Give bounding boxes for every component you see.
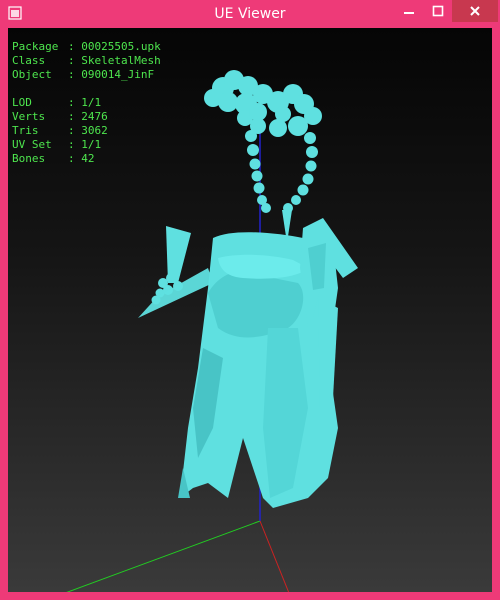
maximize-icon	[432, 5, 444, 17]
app-window: UE Viewer Package: 00025505.upk Class:…	[0, 0, 500, 600]
info-row-bones: Bones: 42	[12, 152, 161, 166]
info-value: 00025505.upk	[81, 40, 161, 53]
info-separator: :	[68, 54, 75, 67]
info-separator: :	[68, 96, 75, 109]
mesh-hair	[204, 70, 322, 243]
info-separator: :	[68, 110, 75, 123]
info-value: 1/1	[81, 96, 102, 109]
minimize-icon	[404, 12, 414, 14]
info-separator: :	[68, 124, 75, 137]
info-label: LOD	[12, 96, 32, 109]
info-value: 42	[81, 152, 95, 165]
info-row-class: Class: SkeletalMesh	[12, 54, 161, 68]
info-row-uv-set: UV Set: 1/1	[12, 138, 161, 152]
3d-viewport[interactable]: Package: 00025505.upk Class: SkeletalMesh…	[8, 28, 492, 592]
info-label: Bones	[12, 152, 46, 165]
info-label: UV Set	[12, 138, 52, 151]
close-button[interactable]	[452, 0, 498, 22]
info-label: Class	[12, 54, 46, 67]
mesh-info-overlay: Package: 00025505.upk Class: SkeletalMesh…	[12, 40, 161, 166]
info-label: Object	[12, 68, 52, 81]
minimize-button[interactable]	[396, 0, 422, 22]
info-value: 090014_JinF	[81, 68, 155, 81]
info-value: 1/1	[81, 138, 102, 151]
info-row-tris: Tris: 3062	[12, 124, 161, 138]
info-row-package: Package: 00025505.upk	[12, 40, 161, 54]
info-label: Verts	[12, 110, 46, 123]
title-bar[interactable]: UE Viewer	[0, 0, 500, 28]
info-value: SkeletalMesh	[81, 54, 161, 67]
info-value: 2476	[81, 110, 108, 123]
info-label: Tris	[12, 124, 39, 137]
info-value: 3062	[81, 124, 108, 137]
info-separator: :	[68, 138, 75, 151]
mesh-left-arm	[138, 226, 213, 318]
info-row-verts: Verts: 2476	[12, 110, 161, 124]
info-separator: :	[68, 152, 75, 165]
info-separator: :	[68, 68, 75, 81]
info-spacer	[12, 82, 161, 96]
close-icon	[470, 6, 480, 16]
info-separator: :	[68, 40, 75, 53]
mesh-robe	[178, 218, 358, 508]
info-label: Package	[12, 40, 59, 53]
maximize-button[interactable]	[425, 0, 451, 22]
info-row-object: Object: 090014_JinF	[12, 68, 161, 82]
info-row-lod: LOD: 1/1	[12, 96, 161, 110]
